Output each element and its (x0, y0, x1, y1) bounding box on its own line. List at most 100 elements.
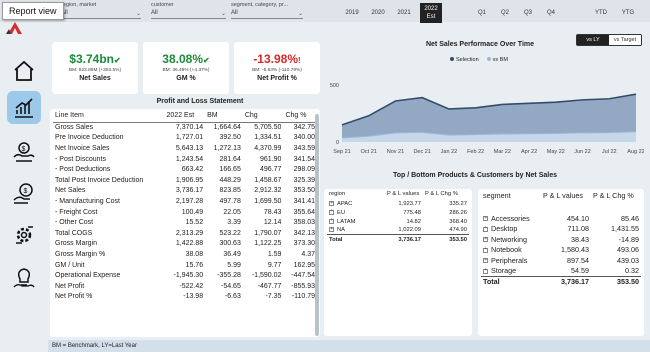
pl-row[interactable]: Net Profit -522.42 -54.65 -467.77 -855.93 (53, 281, 317, 292)
region-header-values[interactable]: P & L values (385, 191, 423, 200)
segment-row[interactable]: Accessories 454.10 85.46 (481, 213, 641, 224)
pl-cell: 1,422.88 (175, 240, 204, 248)
expand-icon[interactable] (329, 226, 334, 233)
segment-name: Notebook (491, 245, 522, 255)
pl-row[interactable]: - Manufacturing Cost 2,197.28 497.78 1,699.… (53, 196, 317, 207)
pl-row[interactable]: Gross Sales 7,370.14 1,664.64 5,705.50 342.7… (53, 122, 317, 133)
expand-icon[interactable] (329, 200, 334, 207)
pl-row[interactable]: Total Post Invoice Deduction 1,906.95 448.… (53, 175, 317, 186)
region-total-row: Total 3,736.17 353.50 (327, 234, 469, 244)
pl-row[interactable]: Gross Margin 1,422.88 300.63 1,122.25 373.30 (53, 239, 317, 250)
region-total-cell: 3,736.17 (385, 234, 423, 244)
y-tick-label: 0 (336, 140, 339, 146)
pl-scrollbar[interactable] (315, 114, 319, 336)
x-tick-label: Dec 21 (413, 149, 430, 155)
nav-home-button[interactable] (7, 54, 41, 87)
nav-settings-button[interactable] (7, 218, 41, 251)
slicer-region[interactable]: region, market All ⌄ (61, 2, 141, 19)
pl-row[interactable]: Pre Invoice Deduction 1,727.01 392.50 1,334… (53, 133, 317, 144)
pl-header-est[interactable]: 2022 Est (164, 109, 206, 123)
quarter-q4-button[interactable]: Q4 (542, 4, 560, 22)
pl-cell: -1,590.02 (251, 272, 282, 280)
segment-row[interactable]: Peripherals 897.54 439.03 (481, 255, 641, 266)
segment-header-segment[interactable]: segment (481, 191, 541, 213)
ytd-button[interactable]: YTD (591, 4, 611, 22)
nav-finance-button[interactable]: $ (7, 134, 41, 167)
pl-row[interactable]: - Post Deductions 663.42 166.65 496.77 298.0… (53, 164, 317, 175)
pl-row[interactable]: - Freight Cost 100.49 22.05 78.43 355.64 (53, 207, 317, 218)
pl-cell: 325.39 (293, 176, 315, 184)
expand-icon[interactable] (483, 236, 488, 243)
nav-growth-button[interactable] (7, 91, 41, 124)
pl-row[interactable]: Operational Expense -1,945.30 -355.28 -1,59… (53, 270, 317, 281)
region-row[interactable]: LATAM 14.82 368.40 (327, 217, 469, 226)
pl-row[interactable]: Net Profit % -13.98 -6.63 -7.35 -110.79 (53, 292, 317, 303)
segment-row[interactable]: Networking 38.43 -14.89 (481, 234, 641, 245)
slicer-customer[interactable]: customer All ⌄ (151, 2, 226, 19)
quarter-q1-button[interactable]: Q1 (473, 4, 491, 22)
year-2022-button[interactable]: 2022 Est (420, 3, 442, 23)
region-header-chg[interactable]: P & L Chg % (423, 191, 469, 200)
svg-text:$: $ (24, 188, 28, 195)
segment-cell: 711.08 (567, 224, 589, 234)
expand-icon[interactable] (483, 267, 488, 274)
pl-header-chg-pct[interactable]: Chg % (283, 109, 317, 123)
pl-header-chg[interactable]: Chg (242, 109, 284, 123)
segment-row[interactable]: Storage 54.59 0.32 (481, 266, 641, 277)
segment-cell: 454.10 (567, 213, 589, 223)
pl-row[interactable]: Total COGS 2,313.29 523.22 1,790.07 342.13 (53, 228, 317, 239)
pl-row[interactable]: Net Invoice Sales 5,643.13 1,272.13 4,370.9… (53, 143, 317, 154)
nav-ideas-button[interactable] (7, 260, 41, 293)
ytg-button[interactable]: YTG (618, 4, 638, 22)
expand-icon[interactable] (329, 217, 334, 224)
kpi-net-sales-value: $3.74bn✔ (69, 52, 121, 66)
year-2020-button[interactable]: 2020 (367, 4, 389, 22)
quarter-q2-button[interactable]: Q2 (496, 4, 514, 22)
region-row[interactable]: EU 775.48 286.26 (327, 208, 469, 218)
segment-name: Storage (491, 266, 517, 275)
chevron-down-icon: ⌄ (220, 10, 226, 17)
pl-row[interactable]: - Post Discounts 1,243.54 281.64 961.90 341.… (53, 154, 317, 165)
pl-line-item: Gross Sales (55, 124, 94, 132)
pl-line-item: Gross Margin % (55, 250, 106, 258)
pl-row[interactable]: Gross Margin % 38.08 36.49 1.59 4.37 (53, 249, 317, 260)
toggle-vs-ly[interactable]: vs LY (577, 35, 609, 45)
pl-row[interactable]: - Other Cost 15.52 3.39 12.14 358.03 (53, 217, 317, 228)
year-2021-button[interactable]: 2021 (393, 4, 415, 22)
pl-header-line-item[interactable]: Line Item (53, 109, 165, 123)
toggle-vs-target[interactable]: vs Target (609, 35, 641, 45)
pl-row[interactable]: GM / Unit 15.76 5.99 9.77 162.95 (53, 260, 317, 271)
segment-row[interactable]: Notebook 1,580.43 493.06 (481, 245, 641, 256)
kpi-net-profit-label: Net Profit % (257, 75, 297, 82)
pl-line-item: - Post Deductions (55, 166, 111, 174)
segment-table: segment P & L values P & L Chg % Accesso… (481, 191, 641, 287)
expand-icon[interactable] (483, 215, 488, 222)
expand-icon[interactable] (483, 246, 488, 253)
region-name: NA (337, 227, 346, 234)
nav-coins-button[interactable]: $ (7, 176, 41, 209)
slicer-segment[interactable]: segment, category, pr... All ⌄ (231, 2, 303, 19)
finance-icon: $ (13, 141, 35, 162)
pl-cell: 1,906.95 (175, 176, 204, 184)
pl-line-item: Net Profit (55, 282, 85, 290)
quarter-q3-button[interactable]: Q3 (519, 4, 537, 22)
logo-icon (6, 22, 22, 34)
home-icon (14, 60, 34, 81)
pl-header-bm[interactable]: BM (205, 109, 243, 123)
year-2019-button[interactable]: 2019 (341, 4, 363, 22)
chart-title: Net Sales Performace Over Time (425, 41, 535, 48)
segment-header-values[interactable]: P & L values (541, 191, 591, 213)
pl-line-item: Total COGS (55, 229, 93, 237)
segment-name: Networking (491, 234, 527, 244)
comparison-toggle[interactable]: vs LY vs Target (576, 34, 642, 46)
pl-row[interactable]: Net Sales 3,736.17 823.85 2,912.32 353.50 (53, 186, 317, 197)
region-header-region[interactable]: region (327, 191, 385, 200)
segment-row[interactable]: Desktop 711.08 1,431.55 (481, 224, 641, 235)
expand-icon[interactable] (483, 257, 488, 264)
segment-header-chg[interactable]: P & L Chg % (591, 191, 641, 213)
region-row[interactable]: APAC 1,923.77 335.27 (327, 200, 469, 209)
expand-icon[interactable] (483, 225, 488, 232)
expand-icon[interactable] (329, 208, 334, 215)
pl-cell: -355.28 (217, 272, 241, 280)
region-row[interactable]: NA 1,022.09 474.90 (327, 226, 469, 235)
